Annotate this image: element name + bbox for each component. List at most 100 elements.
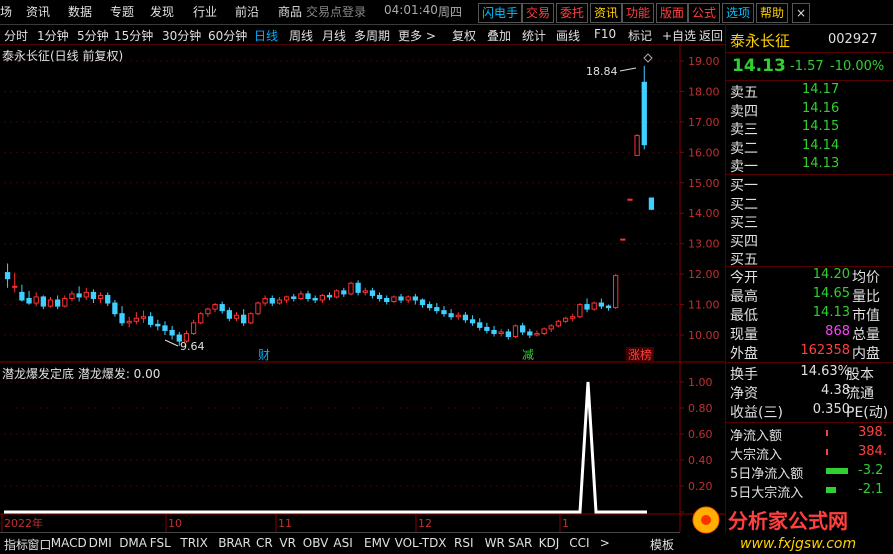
stock-code: 002927	[828, 32, 878, 47]
stat-label-3: 现量	[730, 327, 758, 343]
period-item-16[interactable]: 标记	[628, 27, 652, 44]
menu-item-6[interactable]: 前沿	[235, 3, 259, 20]
indicator-tab-15[interactable]: WR	[485, 536, 505, 550]
indicator-tab-14[interactable]: RSI	[454, 536, 474, 550]
indicator-tab-19[interactable]: >	[600, 536, 610, 550]
main-ytick-label-3: 13.00	[688, 238, 720, 251]
menu-item-3[interactable]: 专题	[110, 3, 134, 20]
main-ytick-label-0: 10.00	[688, 329, 720, 342]
period-item-17[interactable]: +自选	[662, 27, 696, 44]
indicator-tab-16[interactable]: SAR	[508, 536, 532, 550]
price-change-pct: -10.00%	[830, 59, 885, 74]
period-item-13[interactable]: 统计	[522, 27, 546, 44]
candle-62	[448, 309, 454, 320]
candle-76	[548, 324, 554, 332]
tool-button-7[interactable]: 选项	[722, 3, 755, 23]
candle-65	[469, 315, 476, 326]
tool-button-5[interactable]: 版面	[656, 3, 689, 23]
tool-button-8[interactable]: 帮助	[756, 3, 789, 23]
chart-area[interactable]: 10.0011.0012.0013.0014.0015.0016.0017.00…	[0, 44, 725, 532]
period-item-7[interactable]: 周线	[289, 27, 313, 44]
flow-value-3: -2.1	[858, 482, 884, 497]
ask-price-1: 14.16	[802, 100, 840, 116]
tool-button-2[interactable]: 委托	[556, 3, 589, 23]
candle-49	[355, 280, 361, 296]
candle-12	[90, 289, 97, 304]
period-item-10[interactable]: 更多 >	[398, 27, 436, 44]
close-button[interactable]: ×	[792, 3, 811, 23]
candle-7	[55, 295, 61, 310]
bid-label-1: 买二	[730, 196, 758, 213]
indicator-tab-13[interactable]: VOL-TDX	[395, 536, 447, 550]
indicator-tab-4[interactable]: DMA	[119, 536, 147, 550]
candle-30	[219, 301, 225, 314]
candle-32	[233, 312, 240, 322]
indicator-tab-20[interactable]: 模板	[650, 536, 674, 553]
candle-80	[577, 303, 583, 319]
ask-price-2: 14.15	[802, 119, 840, 134]
candle-47	[341, 287, 347, 297]
period-item-11[interactable]: 复权	[452, 27, 476, 44]
ind-ytick-label-4: 0.80	[688, 402, 713, 415]
login-link[interactable]: 交易点登录	[306, 3, 366, 20]
tool-button-4[interactable]: 功能	[622, 3, 655, 23]
candle-59	[427, 301, 433, 311]
candle-57	[412, 293, 418, 305]
menu-item-0[interactable]: 场	[0, 3, 12, 20]
candle-21	[155, 319, 161, 331]
indicator-tab-12[interactable]: EMV	[364, 536, 390, 550]
menu-item-7[interactable]: 商品	[278, 3, 302, 20]
period-item-18[interactable]: 返回	[699, 27, 723, 44]
indicator-tab-17[interactable]: KDJ	[539, 536, 560, 550]
indicator-tab-5[interactable]: FSL	[150, 536, 171, 550]
indicator-tab-18[interactable]: CCI	[569, 536, 589, 550]
indicator-tab-10[interactable]: OBV	[303, 536, 329, 550]
period-item-6[interactable]: 日线	[254, 27, 278, 44]
indicator-tab-7[interactable]: BRAR	[218, 536, 251, 550]
stat-value-4: 162358	[800, 343, 850, 358]
period-item-12[interactable]: 叠加	[487, 27, 511, 44]
indicator-tab-1[interactable]: 窗口	[27, 536, 51, 553]
period-item-8[interactable]: 月线	[322, 27, 346, 44]
indicator-tab-0[interactable]: 指标	[4, 536, 28, 553]
indicator-tab-11[interactable]: ASI	[333, 536, 352, 550]
candle-79	[570, 313, 576, 322]
period-item-5[interactable]: 60分钟	[208, 27, 247, 44]
period-item-2[interactable]: 5分钟	[77, 27, 109, 44]
menu-item-1[interactable]: 资讯	[26, 3, 50, 20]
period-item-1[interactable]: 1分钟	[37, 27, 69, 44]
candle-74	[534, 330, 540, 337]
low-pointer	[164, 339, 179, 347]
flow-value-2: -3.2	[858, 463, 884, 478]
tool-button-0[interactable]: 闪电手	[478, 3, 523, 23]
stat2-label2-2: PE(动)	[846, 405, 889, 421]
indicator-tab-9[interactable]: VR	[279, 536, 296, 550]
menu-item-4[interactable]: 发现	[150, 3, 174, 20]
period-item-9[interactable]: 多周期	[354, 27, 390, 44]
candle-51	[369, 287, 376, 299]
menu-item-2[interactable]: 数据	[68, 3, 92, 20]
candle-41	[298, 290, 304, 300]
candle-90	[648, 197, 655, 211]
indicator-tab-2[interactable]: MACD	[51, 536, 87, 550]
period-item-15[interactable]: F10	[594, 27, 616, 41]
candle-48	[348, 281, 354, 296]
candle-40	[291, 293, 297, 302]
period-item-14[interactable]: 画线	[556, 27, 580, 44]
menu-bar: 场资讯 数据 专题 发现 行业 前沿 商品 交易点登录 04:01:40 周四 闪电手 交易 委托 资讯功…	[0, 0, 893, 25]
menu-item-5[interactable]: 行业	[193, 3, 217, 20]
main-ytick-label-6: 16.00	[688, 146, 720, 159]
tool-button-6[interactable]: 公式	[688, 3, 721, 23]
indicator-tab-8[interactable]: CR	[256, 536, 273, 550]
period-item-4[interactable]: 30分钟	[162, 27, 201, 44]
indicator-tab-6[interactable]: TRIX	[180, 536, 207, 550]
period-item-0[interactable]: 分时	[4, 27, 28, 44]
ask-label-3: 卖二	[730, 140, 758, 157]
indicator-tab-3[interactable]: DMI	[89, 536, 112, 550]
period-item-3[interactable]: 15分钟	[114, 27, 153, 44]
stat-value-2: 14.13	[812, 305, 850, 320]
tool-button-1[interactable]: 交易	[522, 3, 555, 23]
candle-35	[255, 301, 261, 316]
tool-button-3[interactable]: 资讯	[590, 3, 623, 23]
period-toolbar: 分时 1分钟 5分钟 15分钟 30分钟 60分钟 日线 周线 月线 多周期 更多 > 复权 叠加 统计画…	[0, 24, 725, 45]
